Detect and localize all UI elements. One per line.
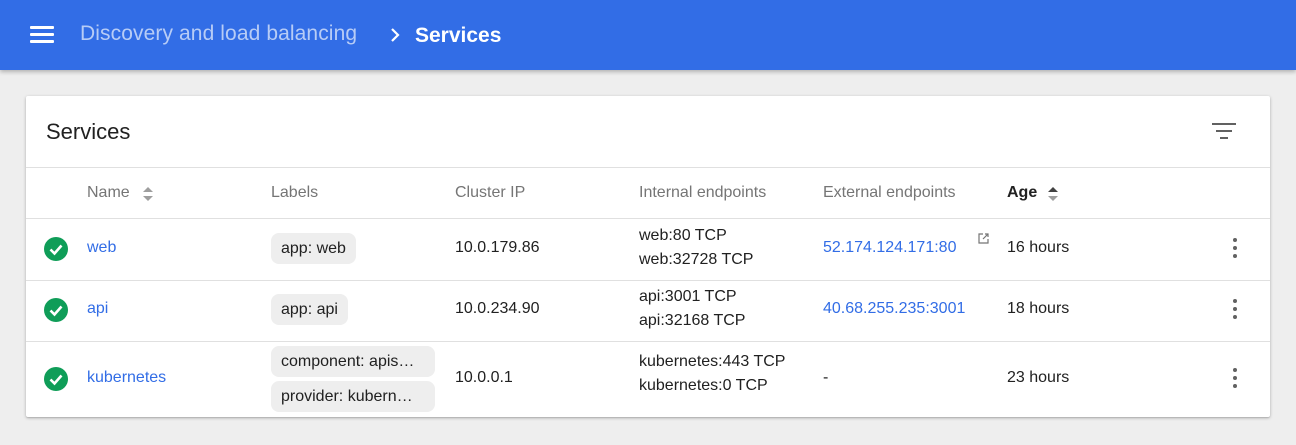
column-header-labels: Labels (271, 184, 319, 201)
column-header-internal-endpoints: Internal endpoints (639, 184, 767, 201)
column-header-external-endpoints: External endpoints (823, 184, 956, 201)
column-header-name[interactable]: Name (87, 184, 130, 202)
internal-endpoint: web:80 TCP (639, 227, 727, 244)
top-bar: Discovery and load balancing Services (0, 0, 1296, 70)
check-circle-icon (44, 298, 68, 322)
external-endpoint-link[interactable]: 40.68.255.235:3001 (823, 300, 965, 318)
table-row: api app: api 10.0.234.90 api:3001 TCP ap… (26, 281, 1270, 341)
service-name-link[interactable]: api (87, 300, 108, 318)
internal-endpoint: api:32168 TCP (639, 312, 746, 329)
check-circle-icon (44, 237, 68, 261)
menu-icon[interactable] (30, 26, 54, 44)
internal-endpoint: api:3001 TCP (639, 288, 737, 305)
age: 18 hours (1007, 300, 1070, 317)
table-row: kubernetes component: apis… provider: ku… (26, 342, 1270, 417)
more-vert-icon[interactable] (1232, 238, 1238, 260)
internal-endpoint: web:32728 TCP (639, 251, 754, 268)
services-card: Services Name Labels Cluster IP Internal… (26, 96, 1270, 417)
check-circle-icon (44, 367, 68, 391)
external-endpoint-link[interactable]: 52.174.124.171:80 (823, 239, 956, 257)
age: 23 hours (1007, 369, 1070, 386)
filter-icon[interactable] (1212, 123, 1236, 141)
sort-icon[interactable] (1047, 185, 1059, 203)
breadcrumb-parent-link[interactable]: Discovery and load balancing (80, 22, 357, 46)
column-header-cluster-ip: Cluster IP (455, 184, 526, 201)
service-name-link[interactable]: kubernetes (87, 369, 166, 387)
label-chip: app: web (271, 233, 356, 264)
internal-endpoint: kubernetes:443 TCP (639, 353, 786, 370)
label-chip: app: api (271, 294, 348, 325)
external-endpoint: - (823, 369, 829, 386)
service-name-link[interactable]: web (87, 239, 116, 257)
cluster-ip: 10.0.234.90 (455, 300, 540, 317)
table-row: web app: web 10.0.179.86 web:80 TCP web:… (26, 219, 1270, 280)
more-vert-icon[interactable] (1232, 299, 1238, 321)
label-chip: component: apis… (271, 346, 435, 377)
more-vert-icon[interactable] (1232, 368, 1238, 390)
internal-endpoint: kubernetes:0 TCP (639, 377, 768, 394)
card-title: Services (46, 119, 131, 144)
sort-icon[interactable] (142, 185, 154, 203)
open-in-new-icon[interactable] (978, 233, 989, 244)
divider (26, 167, 1270, 168)
cluster-ip: 10.0.0.1 (455, 369, 513, 386)
breadcrumb-current: Services (415, 24, 502, 47)
age: 16 hours (1007, 239, 1070, 256)
column-header-age[interactable]: Age (1007, 184, 1037, 202)
label-chip: provider: kubern… (271, 381, 435, 412)
chevron-right-icon (391, 28, 400, 42)
cluster-ip: 10.0.179.86 (455, 239, 540, 256)
